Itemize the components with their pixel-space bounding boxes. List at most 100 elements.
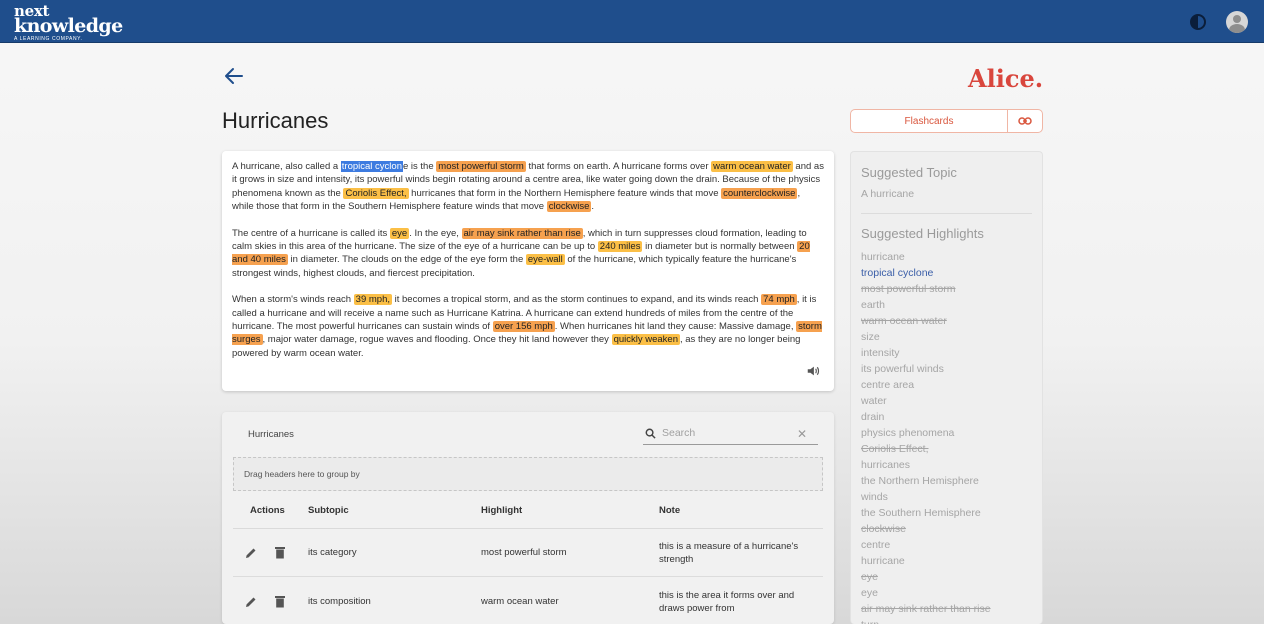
- article-text: , major water damage, rogue waves and fl…: [262, 334, 612, 346]
- suggested-highlight-item[interactable]: size: [861, 329, 1032, 345]
- highlight-span[interactable]: 240 miles: [597, 241, 643, 253]
- article-text: .: [591, 201, 595, 213]
- article-text: hurricanes that form in the Northern Hem…: [408, 187, 722, 199]
- column-header-highlight[interactable]: Highlight: [481, 505, 522, 516]
- highlight-span[interactable]: warm ocean water: [711, 161, 793, 172]
- cell-highlight: warm ocean water: [481, 596, 559, 607]
- logo-line2: knowledge: [14, 15, 123, 37]
- grid-title: Hurricanes: [248, 429, 294, 440]
- close-icon[interactable]: ✕: [797, 427, 807, 441]
- suggested-highlight-item[interactable]: water: [861, 393, 1032, 409]
- article-text: it becomes a tropical storm, and as the …: [392, 294, 762, 306]
- highlight-span[interactable]: eye: [389, 227, 410, 239]
- highlight-span[interactable]: Coriolis Effect,: [343, 187, 409, 199]
- suggested-highlight-item[interactable]: hurricanes: [861, 457, 1032, 473]
- highlights-grid: Hurricanes ✕ Drag headers here to group …: [222, 412, 834, 624]
- arrow-back-icon[interactable]: [222, 64, 246, 88]
- group-by-drop-zone[interactable]: Drag headers here to group by: [233, 457, 823, 491]
- suggested-highlight-item[interactable]: centre: [861, 537, 1032, 553]
- search-icon[interactable]: [645, 428, 656, 439]
- article-paragraph-2: The centre of a hurricane is called its …: [232, 227, 824, 281]
- suggested-highlight-item[interactable]: the Southern Hemisphere: [861, 505, 1032, 521]
- highlight-span[interactable]: 39 mph,: [353, 294, 392, 306]
- alice-brand-logo: Alice.: [968, 64, 1044, 93]
- article-card: A hurricane, also called a tropical cycl…: [222, 151, 834, 391]
- article-text: . When hurricanes hit land they cause: M…: [554, 321, 797, 333]
- highlight-span[interactable]: air may sink rather than rise: [461, 227, 583, 239]
- link-button[interactable]: [1008, 110, 1042, 132]
- suggested-highlight-item[interactable]: hurricane: [861, 553, 1032, 569]
- cell-subtopic: its category: [308, 547, 357, 558]
- divider: [861, 213, 1032, 214]
- user-avatar-icon[interactable]: [1226, 11, 1248, 33]
- article-paragraph-1: A hurricane, also called a tropical cycl…: [232, 160, 824, 214]
- highlight-span[interactable]: 74 mph: [761, 294, 797, 306]
- suggested-highlight-item[interactable]: physics phenomena: [861, 425, 1032, 441]
- article-text: e is the: [403, 161, 437, 172]
- column-header-actions[interactable]: Actions: [250, 505, 285, 516]
- highlight-span[interactable]: most powerful storm: [436, 161, 526, 172]
- avatar-head: [1233, 15, 1241, 23]
- edit-icon[interactable]: [245, 596, 257, 608]
- suggested-highlight-item[interactable]: its powerful winds: [861, 361, 1032, 377]
- suggested-highlight-item[interactable]: centre area: [861, 377, 1032, 393]
- article-text: in diameter but is normally between: [642, 241, 798, 253]
- suggested-highlight-item[interactable]: earth: [861, 297, 1032, 313]
- article-paragraph-3: When a storm's winds reach 39 mph, it be…: [232, 293, 824, 360]
- suggested-topic-value[interactable]: A hurricane: [861, 188, 1032, 200]
- suggested-highlights-heading: Suggested Highlights: [861, 226, 984, 241]
- suggested-highlight-item[interactable]: winds: [861, 489, 1032, 505]
- cell-subtopic: its composition: [308, 596, 371, 607]
- suggested-topic-heading: Suggested Topic: [861, 165, 957, 180]
- highlight-span[interactable]: eye-wall: [525, 254, 565, 266]
- suggested-highlight-item[interactable]: tropical cyclone: [861, 265, 1032, 281]
- column-header-subtopic[interactable]: Subtopic: [308, 505, 349, 516]
- article-text: The centre of a hurricane is called its: [232, 227, 390, 239]
- search-input[interactable]: [662, 427, 792, 439]
- link-icon: [1018, 117, 1032, 125]
- logo-tagline: A LEARNING COMPANY.: [14, 36, 83, 42]
- suggested-highlight-item[interactable]: hurricane: [861, 249, 1032, 265]
- edit-icon[interactable]: [245, 547, 257, 559]
- suggested-highlight-item[interactable]: most powerful storm: [861, 281, 1032, 297]
- article-text: When a storm's winds reach: [232, 294, 354, 306]
- highlight-span[interactable]: over 156 mph: [492, 321, 555, 333]
- delete-icon[interactable]: [275, 595, 285, 608]
- suggested-highlight-item[interactable]: Coriolis Effect,: [861, 441, 1032, 457]
- suggested-highlight-item[interactable]: eye: [861, 569, 1032, 585]
- suggested-highlights-list: hurricane tropical cyclone most powerful s…: [861, 249, 1032, 624]
- next-knowledge-logo[interactable]: next knowledge A LEARNING COMPANY.: [14, 4, 123, 42]
- suggested-highlight-item[interactable]: warm ocean water: [861, 313, 1032, 329]
- highlight-span[interactable]: clockwise: [546, 201, 592, 213]
- speaker-icon[interactable]: [806, 364, 820, 378]
- cell-note: this is a measure of a hurricane's stren…: [659, 541, 799, 565]
- suggested-highlight-item[interactable]: drain: [861, 409, 1032, 425]
- page-title: Hurricanes: [222, 108, 329, 133]
- delete-icon[interactable]: [275, 546, 285, 559]
- cell-note: this is the area it forms over and draws…: [659, 590, 795, 614]
- flashcards-toolbar: Flashcards: [850, 109, 1043, 133]
- article-text: that forms on earth. A hurricane forms o…: [525, 161, 712, 172]
- cell-highlight: most powerful storm: [481, 547, 567, 558]
- suggested-highlight-item[interactable]: clockwise: [861, 521, 1032, 537]
- suggested-highlight-item[interactable]: eye: [861, 585, 1032, 601]
- highlight-span[interactable]: counterclockwise: [721, 187, 798, 199]
- suggested-highlight-item[interactable]: the Northern Hemisphere: [861, 473, 1032, 489]
- table-row: its composition warm ocean water this is…: [233, 578, 823, 624]
- suggested-highlight-item[interactable]: intensity: [861, 345, 1032, 361]
- avatar-body: [1229, 24, 1245, 33]
- contrast-icon[interactable]: [1190, 14, 1206, 30]
- article-text: A hurricane, also called a: [232, 161, 341, 172]
- article-text: in diameter. The clouds on the edge of t…: [287, 254, 526, 266]
- suggested-highlight-item[interactable]: air may sink rather than rise: [861, 601, 1032, 617]
- highlight-span[interactable]: quickly weaken: [611, 334, 680, 346]
- flashcards-button[interactable]: Flashcards: [851, 110, 1008, 132]
- suggestions-panel: Suggested Topic A hurricane Suggested Hi…: [850, 151, 1043, 624]
- grid-search: ✕: [643, 425, 818, 445]
- column-header-note[interactable]: Note: [659, 505, 680, 516]
- top-app-bar: next knowledge A LEARNING COMPANY.: [0, 0, 1264, 43]
- table-row: its category most powerful storm this is…: [233, 529, 823, 577]
- selected-text[interactable]: tropical cyclon: [340, 161, 403, 172]
- article-text: . In the eye,: [409, 227, 462, 239]
- suggested-highlight-item[interactable]: turn: [861, 617, 1032, 624]
